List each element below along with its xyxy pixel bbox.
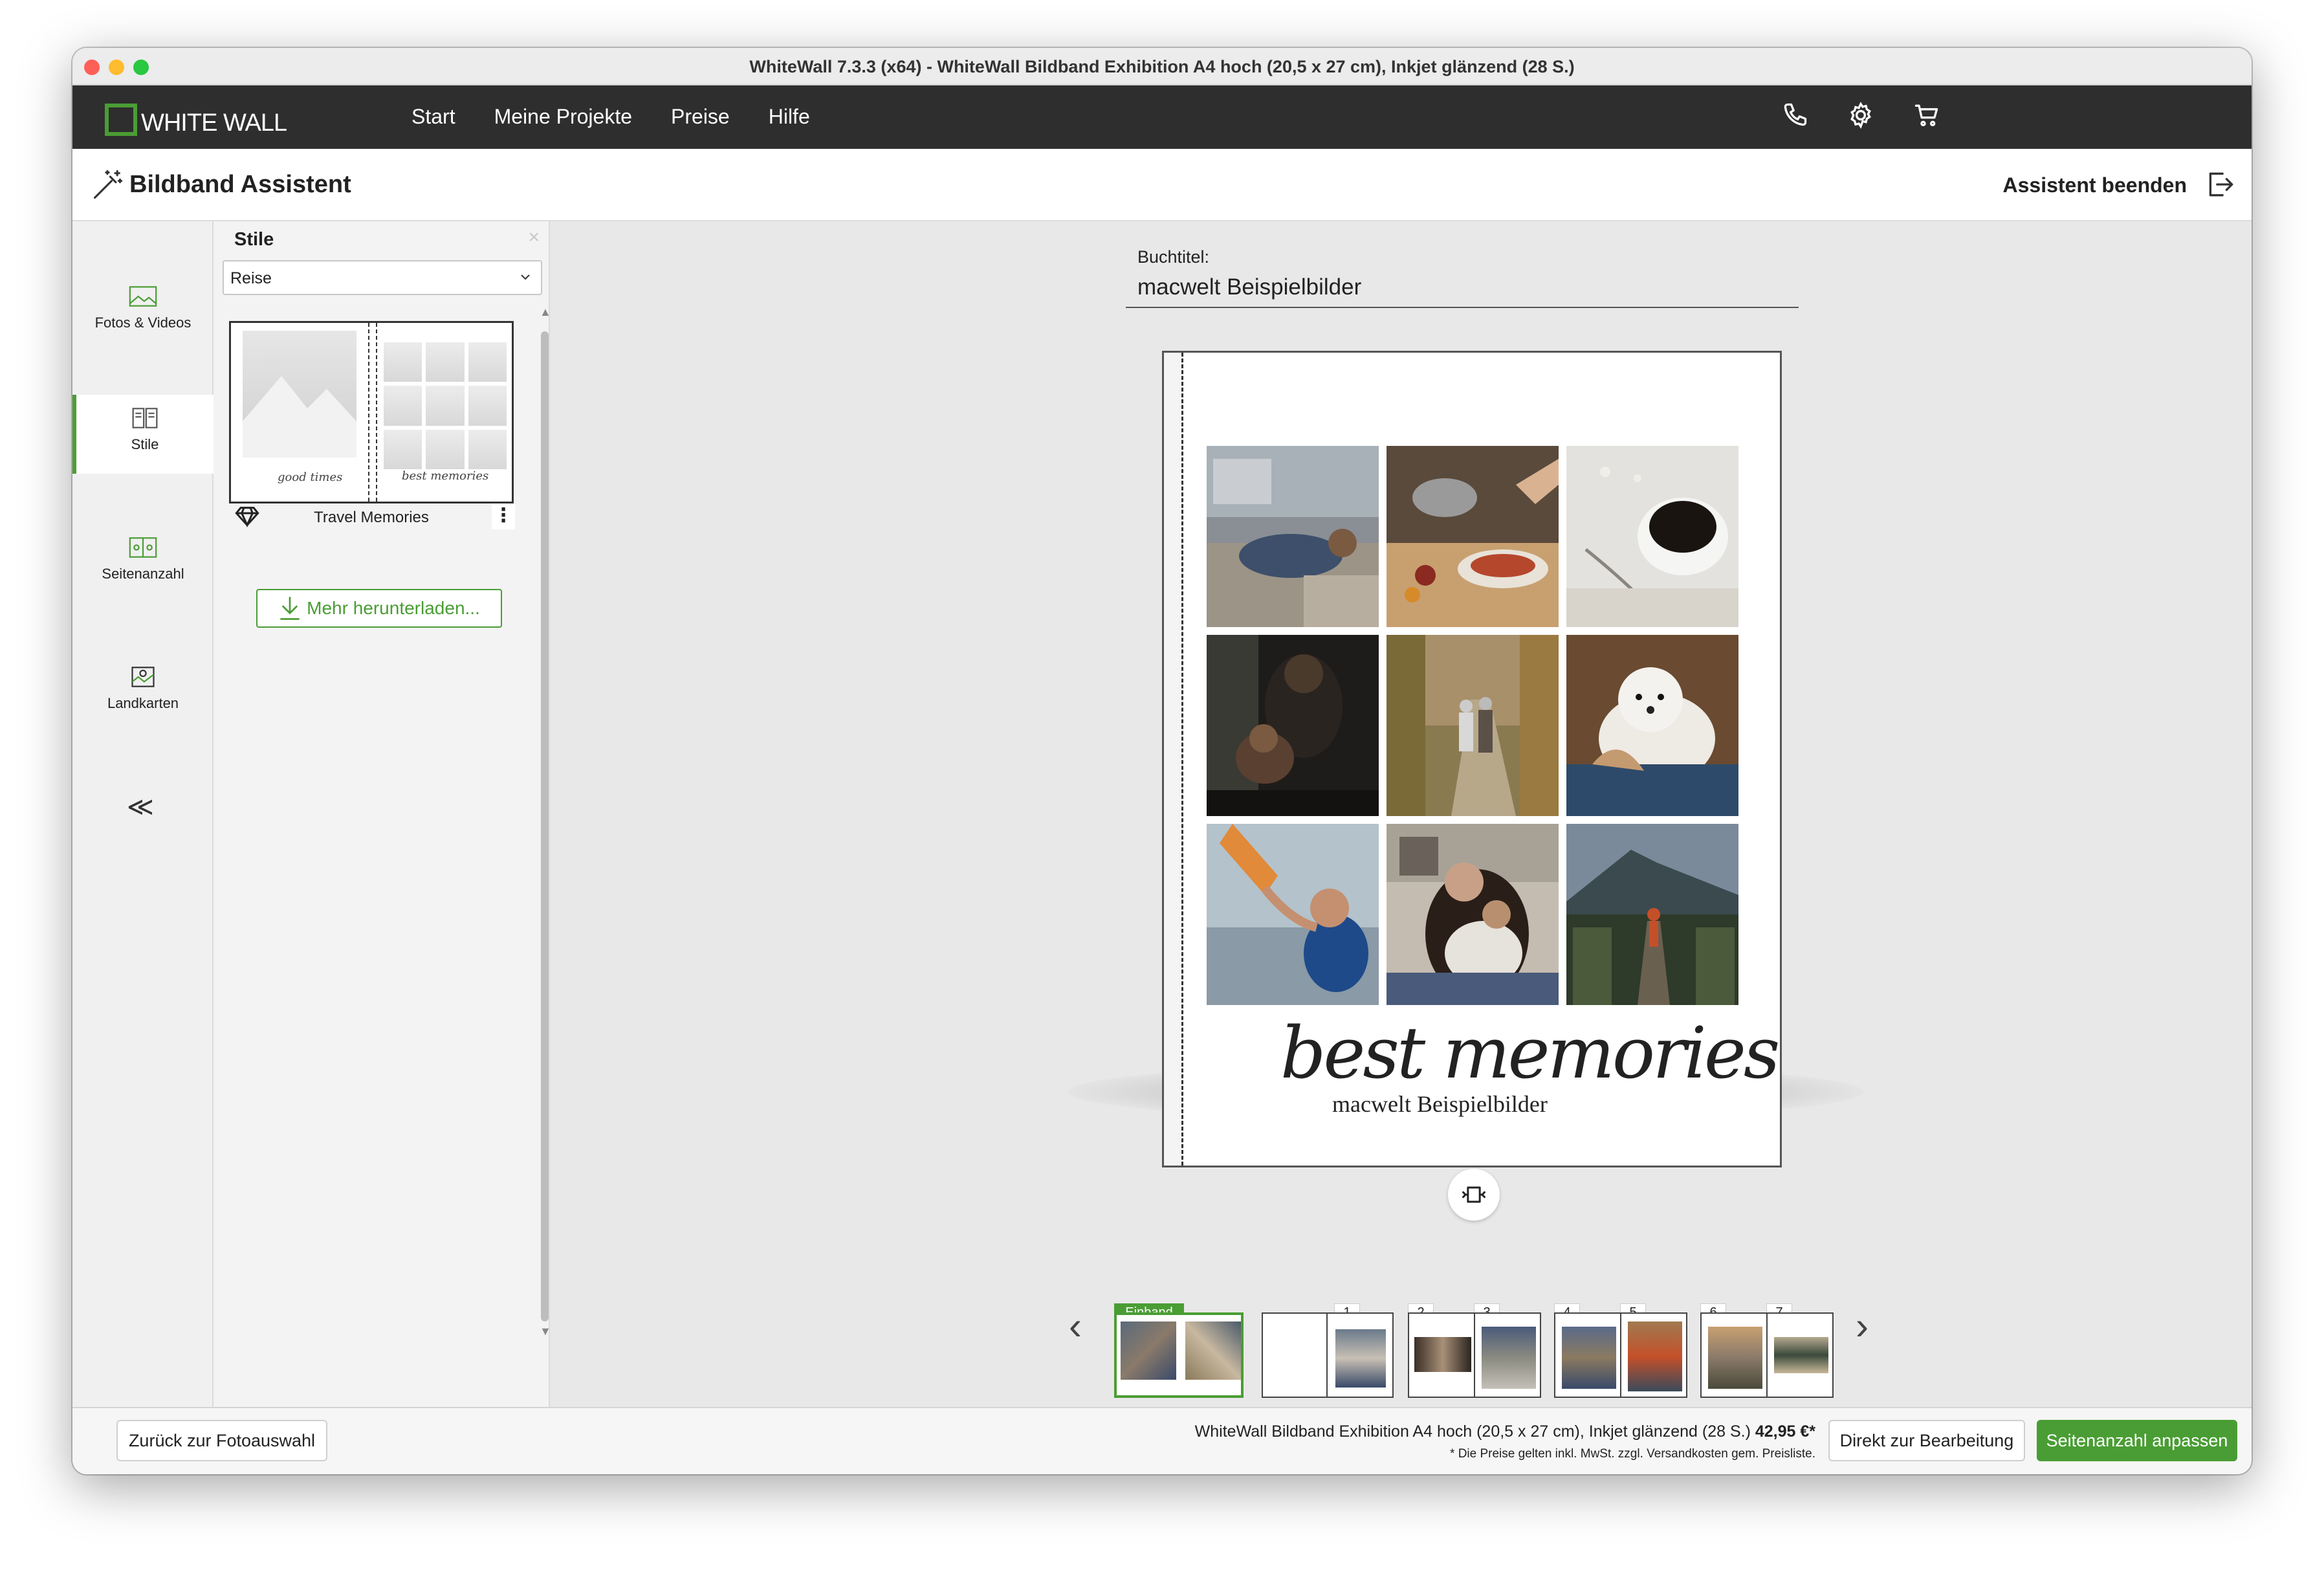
style-preview-right <box>384 342 507 469</box>
cover-photo-4[interactable] <box>1207 635 1379 816</box>
thumb-page-1[interactable] <box>1326 1312 1394 1398</box>
styles-panel: Stile × Reise ▲ ▼ good times best memori… <box>214 221 551 1447</box>
back-to-photos-button[interactable]: Zurück zur Fotoauswahl <box>116 1420 327 1461</box>
pages-icon <box>129 537 157 558</box>
magic-wand-icon <box>93 170 123 199</box>
cover-photo-7[interactable] <box>1207 824 1379 1005</box>
nav-item-preise[interactable]: Preise <box>671 105 730 129</box>
cover-photo-8[interactable] <box>1387 824 1559 1005</box>
thumb-page-4[interactable] <box>1554 1312 1621 1398</box>
style-options-icon[interactable]: ⋮ <box>492 503 515 529</box>
whitewall-logo[interactable]: WHITE WALL <box>105 100 287 136</box>
style-name: Travel Memories <box>314 509 429 526</box>
download-more-button[interactable]: Mehr herunterladen... <box>256 589 502 628</box>
end-assistant-button[interactable]: Assistent beenden <box>2002 173 2187 197</box>
top-navigation: WHITE WALL Start Meine Projekte Preise H… <box>72 85 2252 149</box>
phone-icon[interactable] <box>1781 101 1809 129</box>
book-cover[interactable]: best memories macwelt Beispielbilder <box>1162 351 1782 1167</box>
cart-icon[interactable] <box>1913 101 1941 129</box>
book-title-label: Buchtitel: <box>1137 247 1210 267</box>
nav-icon-group <box>1781 101 1941 129</box>
nav-item-meine-projekte[interactable]: Meine Projekte <box>494 105 632 129</box>
thumb-page-3[interactable] <box>1474 1312 1541 1398</box>
cover-photo-9[interactable] <box>1566 824 1738 1005</box>
assistant-header: Bildband Assistent Assistent beenden <box>72 149 2252 221</box>
style-category-select[interactable]: Reise <box>223 260 542 295</box>
exit-icon[interactable] <box>2204 168 2236 201</box>
cover-script-title: best memories <box>1280 1012 1780 1094</box>
nav-item-start[interactable]: Start <box>411 105 455 129</box>
rail-item-stile[interactable]: Stile <box>72 395 214 474</box>
cover-photo-6[interactable] <box>1566 635 1738 816</box>
adjust-pages-button[interactable]: Seitenanzahl anpassen <box>2037 1420 2237 1461</box>
product-description: WhiteWall Bildband Exhibition A4 hoch (2… <box>1194 1422 1755 1441</box>
rotate-book-icon <box>1462 1186 1485 1203</box>
thumb-page-7[interactable] <box>1766 1312 1834 1398</box>
book-icon <box>132 408 158 428</box>
direct-edit-button[interactable]: Direkt zur Bearbeitung <box>1828 1420 2025 1461</box>
thumb-page-2[interactable] <box>1408 1312 1475 1398</box>
window-title: WhiteWall 7.3.3 (x64) - WhiteWall Bildba… <box>749 57 1575 76</box>
logo-text: WHITE WALL <box>141 109 287 137</box>
thumb-page-5[interactable] <box>1620 1312 1687 1398</box>
rail-item-seitenanzahl[interactable]: Seitenanzahl <box>72 524 214 603</box>
panel-scrollbar[interactable]: ▲ ▼ <box>540 305 551 1341</box>
cover-subtitle: macwelt Beispielbilder <box>1332 1091 1548 1117</box>
thumb-page-blank[interactable] <box>1262 1312 1329 1398</box>
cover-photo-grid <box>1207 446 1740 1005</box>
thumbnails-prev-button[interactable]: ‹ <box>1069 1303 1082 1348</box>
title-bar: WhiteWall 7.3.3 (x64) - WhiteWall Bildba… <box>72 48 2252 85</box>
gear-icon[interactable] <box>1847 101 1875 129</box>
photo-icon <box>129 286 157 307</box>
rail-item-landkarten[interactable]: Landkarten <box>72 654 214 733</box>
map-icon <box>131 667 155 687</box>
rail-label: Stile <box>131 436 159 452</box>
select-value: Reise <box>230 269 272 287</box>
rail-label: Landkarten <box>107 695 179 711</box>
collapse-rail-button[interactable]: ≪ <box>127 792 154 822</box>
thumb-page-6[interactable] <box>1700 1312 1768 1398</box>
download-more-label: Mehr herunterladen... <box>307 598 480 618</box>
panel-title: Stile <box>234 229 274 250</box>
cover-photo-5[interactable] <box>1387 635 1559 816</box>
book-title-underline <box>1126 307 1799 308</box>
chevron-down-icon <box>521 274 530 280</box>
book-canvas: Buchtitel: macwelt Beispielbilder best m… <box>550 221 2252 1442</box>
book-title-input[interactable]: macwelt Beispielbilder <box>1137 274 1361 300</box>
close-panel-button[interactable]: × <box>528 227 540 249</box>
app-window: WhiteWall 7.3.3 (x64) - WhiteWall Bildba… <box>72 48 2252 1474</box>
style-left-script: good times <box>278 470 343 484</box>
book-spine <box>1164 353 1183 1166</box>
nav-menu: Start Meine Projekte Preise Hilfe <box>411 105 810 129</box>
left-rail: Fotos & Videos Stile Seitenanzahl Landka… <box>72 221 214 1407</box>
style-right-script: best memories <box>402 469 489 483</box>
price-note: * Die Preise gelten inkl. MwSt. zzgl. Ve… <box>1450 1447 1815 1461</box>
scrollbar-thumb[interactable] <box>541 331 549 1321</box>
footer-bar: Zurück zur Fotoauswahl WhiteWall Bildban… <box>72 1407 2252 1474</box>
rail-label: Seitenanzahl <box>102 566 184 582</box>
rail-item-fotos-videos[interactable]: Fotos & Videos <box>72 273 214 352</box>
cover-photo-3[interactable] <box>1566 446 1738 627</box>
rail-label: Fotos & Videos <box>94 315 192 331</box>
style-card-travel-memories[interactable]: good times best memories <box>229 321 514 503</box>
assistant-title: Bildband Assistent <box>129 171 351 198</box>
placeholder-image <box>243 331 356 458</box>
flip-book-button[interactable] <box>1448 1169 1500 1221</box>
product-price-line: WhiteWall Bildband Exhibition A4 hoch (2… <box>1195 1422 1815 1441</box>
logo-square-icon <box>105 104 137 136</box>
style-preview-left: good times <box>239 331 359 496</box>
thumb-cover[interactable] <box>1114 1312 1244 1398</box>
cover-photo-1[interactable] <box>1207 446 1379 627</box>
download-icon <box>280 597 300 620</box>
style-spine-divider <box>368 323 377 502</box>
cover-photo-2[interactable] <box>1387 446 1559 627</box>
nav-item-hilfe[interactable]: Hilfe <box>769 105 810 129</box>
thumbnails-next-button[interactable]: › <box>1856 1303 1869 1348</box>
product-price: 42,95 €* <box>1755 1422 1815 1441</box>
